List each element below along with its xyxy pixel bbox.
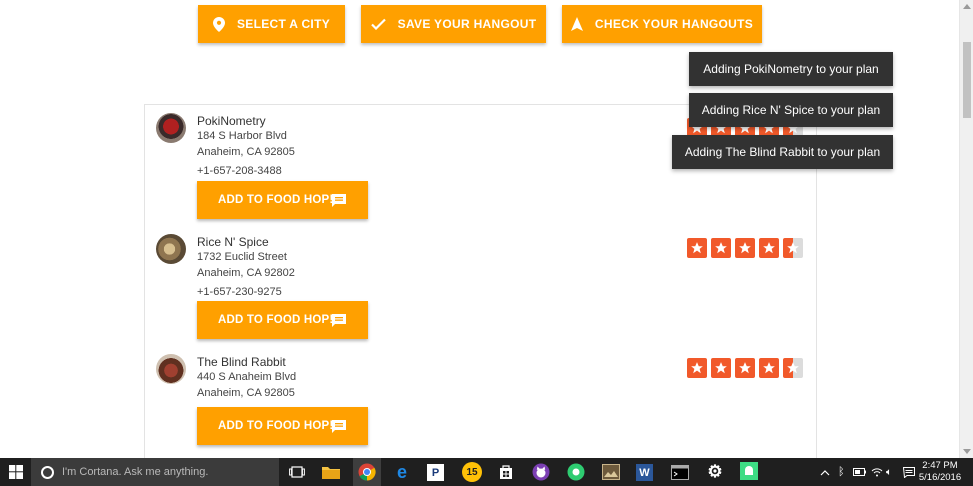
show-hidden-icons-chevron-icon[interactable] [820,458,830,486]
terminal-icon[interactable] [670,462,690,482]
chat-icon [331,193,347,210]
photo-app-icon[interactable] [601,462,621,482]
chat-icon [331,419,347,436]
badge-number: 15 [466,466,478,478]
venue-name[interactable]: Rice N' Spice [197,235,269,249]
scrollbar-thumb[interactable] [963,42,971,118]
p-app-icon[interactable]: P [427,464,444,481]
venue-address-line2: Anaheim, CA 92802 [197,267,295,279]
chrome-icon[interactable] [357,462,377,482]
volume-icon[interactable]: 🔈︎ [886,458,892,486]
android-icon[interactable] [740,462,758,480]
store-icon[interactable] [496,462,516,482]
venue-avatar[interactable] [156,113,186,143]
venue-avatar[interactable] [156,354,186,384]
word-icon[interactable]: W [636,464,653,481]
windows-taskbar: I'm Cortana. Ask me anything. e P 15 W ⚙… [0,458,973,486]
checkmark-icon [370,18,386,30]
venue-address-line1: 184 S Harbor Blvd [197,130,287,142]
toast-notification: Adding Rice N' Spice to your plan [689,93,893,127]
venue-address-line1: 440 S Anaheim Blvd [197,371,297,383]
venue-phone: +1-657-208-3488 [197,165,282,177]
browser-viewport: SELECT A CITY SAVE YOUR HANGOUT CHECK YO… [0,0,959,458]
half-star-icon [783,358,803,378]
save-hangout-label: SAVE YOUR HANGOUT [397,17,537,31]
venue-name[interactable]: PokiNometry [197,114,266,128]
add-to-food-hop-button[interactable]: ADD TO FOOD HOP! [197,301,368,339]
green-app-icon[interactable] [566,462,586,482]
settings-icon[interactable]: ⚙ [705,462,725,482]
scroll-down-icon[interactable] [963,449,971,454]
bluetooth-icon[interactable]: ᛒ [838,458,845,486]
scroll-up-icon[interactable] [963,4,971,9]
venue-phone: +1-657-230-9275 [197,286,282,298]
select-city-button[interactable]: SELECT A CITY [198,5,345,43]
edge-icon[interactable]: e [392,462,412,482]
badge-app-icon[interactable]: 15 [462,462,482,482]
taskbar-clock[interactable]: 2:47 PM 5/16/2016 [917,460,963,484]
toast-notification: Adding The Blind Rabbit to your plan [672,135,893,169]
cat-app-icon[interactable] [531,462,551,482]
star-rating [687,238,803,258]
star-icon [759,238,779,258]
star-icon [711,358,731,378]
task-view-icon[interactable] [287,462,307,482]
star-icon [759,358,779,378]
star-icon [687,238,707,258]
venue-address-line2: Anaheim, CA 92805 [197,146,295,158]
venue-avatar[interactable] [156,234,186,264]
action-center-icon[interactable] [903,458,915,486]
clock-date: 5/16/2016 [918,472,962,483]
star-rating [687,358,803,378]
vertical-scrollbar[interactable] [959,0,973,458]
wifi-icon[interactable] [871,458,883,486]
windows-start-icon[interactable] [9,465,23,484]
select-city-label: SELECT A CITY [236,17,330,31]
chat-icon [331,313,347,330]
cortana-search-box[interactable]: I'm Cortana. Ask me anything. [31,458,279,486]
star-icon [735,238,755,258]
star-icon [687,358,707,378]
save-hangout-button[interactable]: SAVE YOUR HANGOUT [361,5,546,43]
star-icon [735,358,755,378]
venue-name[interactable]: The Blind Rabbit [197,355,286,369]
cortana-placeholder: I'm Cortana. Ask me anything. [62,466,209,478]
star-icon [711,238,731,258]
location-pin-icon [212,16,225,32]
add-button-label: ADD TO FOOD HOP! [218,314,334,326]
check-hangouts-label: CHECK YOUR HANGOUTS [594,17,754,31]
navigation-arrow-icon [570,17,583,31]
add-button-label: ADD TO FOOD HOP! [218,194,334,206]
venue-address-line2: Anaheim, CA 92805 [197,387,295,399]
toast-notification: Adding PokiNometry to your plan [689,52,893,86]
add-to-food-hop-button[interactable]: ADD TO FOOD HOP! [197,181,368,219]
cortana-icon [41,465,54,479]
file-explorer-icon[interactable] [321,462,341,482]
half-star-icon [783,238,803,258]
check-hangouts-button[interactable]: CHECK YOUR HANGOUTS [562,5,762,43]
add-to-food-hop-button[interactable]: ADD TO FOOD HOP! [197,407,368,445]
battery-icon[interactable] [853,458,866,486]
add-button-label: ADD TO FOOD HOP! [218,420,334,432]
clock-time: 2:47 PM [922,460,958,471]
venue-address-line1: 1732 Euclid Street [197,251,287,263]
